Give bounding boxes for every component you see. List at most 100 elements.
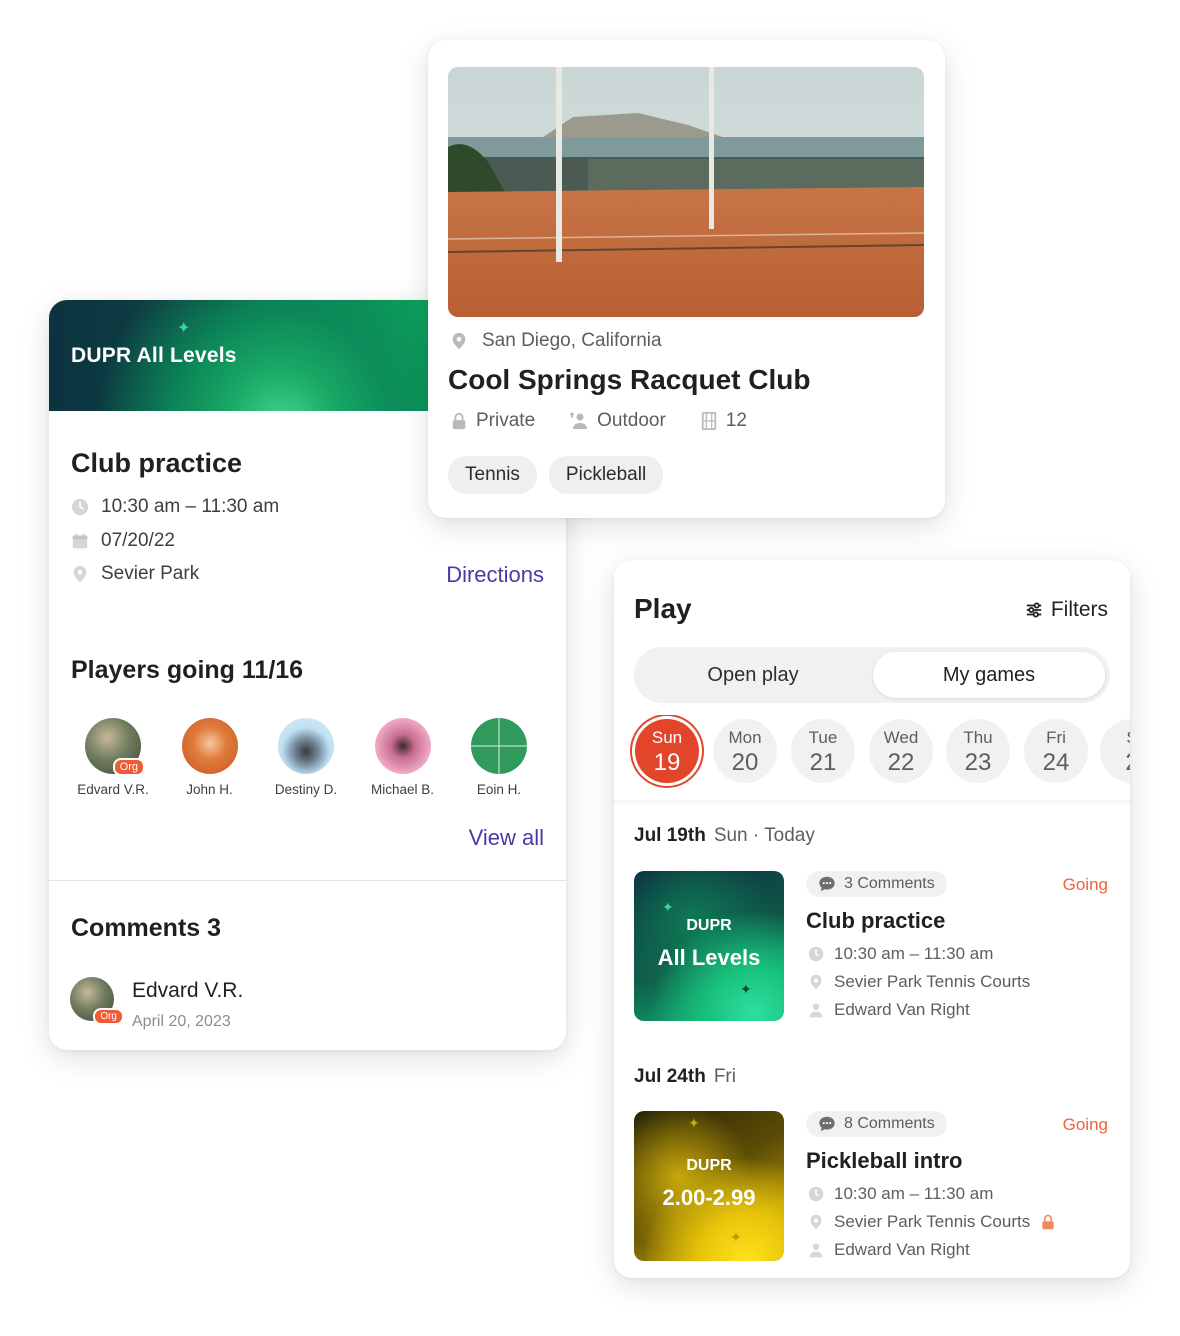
day-number: 22	[887, 749, 915, 776]
event-title: Club practice	[71, 448, 243, 478]
players-list: Org Edvard V.R. John H. Destiny D. Micha…	[71, 718, 541, 797]
location-pin-icon	[810, 1214, 822, 1230]
section-subtitle: Fri	[713, 1066, 736, 1087]
day-tue[interactable]: Tue 21	[791, 719, 855, 783]
sparkle-icon: ✦	[740, 981, 752, 997]
avatar	[278, 718, 334, 774]
sport-chip-pickleball[interactable]: Pickleball	[548, 456, 664, 494]
day-fri[interactable]: Fri 24	[1024, 719, 1088, 783]
day-number: 21	[809, 749, 837, 776]
day-thu[interactable]: Thu 23	[946, 719, 1010, 783]
comments-count: 8 Comments	[844, 1115, 935, 1132]
clock-icon	[808, 946, 824, 962]
comments-count: 3 Comments	[844, 875, 935, 892]
game-title[interactable]: Club practice	[806, 908, 945, 934]
divider	[614, 800, 1130, 806]
day-mon[interactable]: Mon 20	[713, 719, 777, 783]
sport-chips: Tennis Pickleball	[448, 456, 675, 494]
player-avatar-item[interactable]: John H.	[168, 718, 252, 797]
day-picker: Sun 19 Mon 20 Tue 21 Wed 22 Thu 23 Fri 24 S2	[630, 715, 1130, 791]
play-tabs: Open play My games	[634, 647, 1110, 703]
status-badge: Going	[1062, 1115, 1108, 1134]
day-name: Thu	[963, 728, 993, 747]
game-thumbnail[interactable]: ✦ ✦ DUPR All Levels	[634, 871, 784, 1021]
player-name: Eoin H.	[476, 782, 522, 797]
club-card[interactable]: San Diego, California Cool Springs Racqu…	[428, 40, 945, 518]
view-all-link[interactable]: View all	[469, 825, 544, 851]
player-avatar-item[interactable]: Destiny D.	[264, 718, 348, 797]
filters-label: Filters	[1050, 598, 1108, 621]
avatar	[374, 718, 431, 774]
court-icon	[701, 412, 716, 430]
player-name: Michael B.	[370, 782, 435, 797]
game-time-row: 10:30 am – 11:30 am	[808, 1184, 993, 1204]
event-time: 10:30 am – 11:30 am	[101, 496, 280, 517]
avatar	[471, 718, 527, 774]
day-number: 19	[653, 749, 681, 776]
game-time: 10:30 am – 11:30 am	[834, 944, 994, 963]
directions-link[interactable]: Directions	[446, 562, 544, 588]
event-banner-title: DUPR All Levels	[71, 344, 237, 367]
player-name: Edvard V.R.	[77, 782, 149, 797]
day-name: Fri	[1046, 728, 1066, 747]
game-organizer-row: Edward Van Right	[808, 1000, 970, 1020]
outdoor-person-icon	[570, 411, 588, 429]
tab-open-play[interactable]: Open play	[634, 647, 872, 703]
player-name: John H.	[186, 782, 233, 797]
day-number: 2	[1100, 749, 1130, 777]
player-avatar-item[interactable]: Org Edvard V.R.	[71, 718, 155, 797]
day-sun[interactable]: Sun 19	[635, 719, 699, 783]
game-location: Sevier Park Tennis Courts	[834, 972, 1031, 991]
avatar[interactable]: Org	[70, 977, 124, 1025]
day-name: Wed	[883, 728, 919, 747]
section-date-header: Jul 24th Fri	[634, 1066, 736, 1088]
play-card: Play Filters Open play My games Sun 19 Mo…	[614, 560, 1130, 1278]
lock-icon	[452, 412, 466, 430]
sparkle-icon: ✦	[688, 1115, 700, 1131]
court-photo-illustration	[448, 67, 924, 317]
club-setting: Outdoor	[569, 410, 666, 432]
game-thumbnail[interactable]: ✦ ✦ DUPR 2.00-2.99	[634, 1111, 784, 1261]
event-date: 07/20/22	[101, 530, 175, 551]
player-avatar-item[interactable]: Eoin H.	[457, 718, 541, 797]
day-wed[interactable]: Wed 22	[869, 719, 933, 783]
location-pin-icon	[810, 974, 822, 990]
section-subtitle: Sun · Today	[713, 825, 815, 846]
day-sat[interactable]: S2	[1100, 719, 1130, 783]
sport-chip-tennis[interactable]: Tennis	[448, 456, 537, 494]
player-avatar-item[interactable]: Michael B.	[361, 718, 445, 797]
game-organizer: Edward Van Right	[834, 1240, 970, 1259]
comments-pill[interactable]: 8 Comments	[806, 1111, 947, 1137]
players-going-title: Players going 11/16	[71, 656, 304, 684]
divider	[49, 880, 566, 881]
game-organizer-row: Edward Van Right	[808, 1240, 970, 1260]
game-time-row: 10:30 am – 11:30 am	[808, 944, 993, 964]
lock-icon	[1042, 1214, 1054, 1230]
game-location-row: Sevier Park Tennis Courts	[808, 972, 1030, 992]
day-name: Tue	[808, 728, 838, 747]
sparkle-icon: ✦	[662, 899, 674, 915]
org-badge: Org	[93, 1008, 124, 1025]
person-icon	[809, 1243, 823, 1258]
game-title[interactable]: Pickleball intro	[806, 1148, 963, 1174]
club-access: Private	[450, 410, 535, 432]
club-access-label: Private	[476, 410, 536, 431]
game-location: Sevier Park Tennis Courts	[834, 1212, 1031, 1231]
club-name: Cool Springs Racquet Club	[448, 364, 811, 395]
calendar-icon	[72, 533, 88, 549]
filters-button[interactable]: Filters	[1025, 598, 1108, 622]
day-name: Mon	[728, 728, 762, 747]
club-location: San Diego, California	[482, 330, 662, 351]
tab-my-games[interactable]: My games	[873, 652, 1105, 698]
comment-author: Edvard V.R.	[132, 979, 244, 1002]
avatar	[181, 718, 238, 774]
club-courts-count: 12	[725, 410, 747, 431]
sliders-icon	[1026, 602, 1042, 618]
game-organizer: Edward Van Right	[834, 1000, 970, 1019]
comment-date: April 20, 2023	[132, 1013, 231, 1030]
thumb-line1: DUPR	[686, 1157, 732, 1174]
section-date: Jul 24th	[634, 1066, 706, 1087]
event-date-row: 07/20/22	[71, 530, 175, 552]
thumb-line2: All Levels	[657, 945, 761, 970]
comments-pill[interactable]: 3 Comments	[806, 871, 947, 897]
